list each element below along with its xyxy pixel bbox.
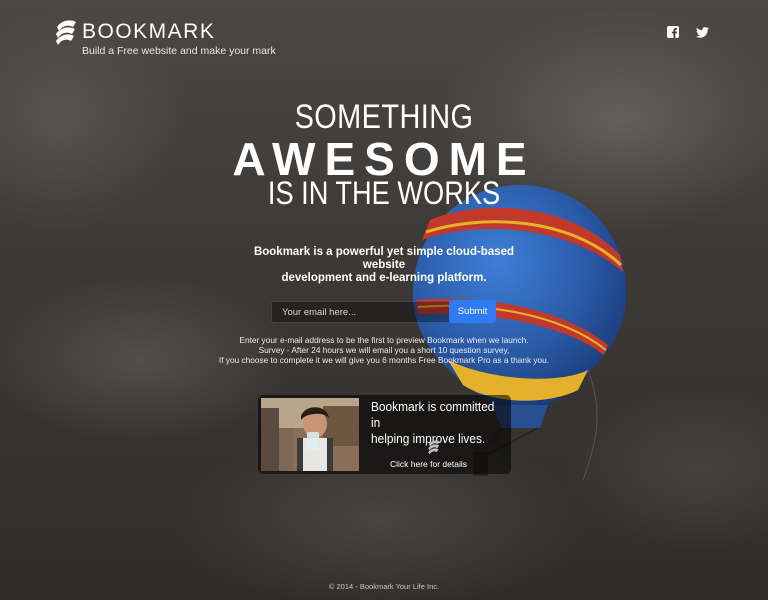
product-description: Bookmark is a powerful yet simple cloud-…	[234, 246, 534, 285]
info-line-2: Survey - After 24 hours we will email yo…	[258, 345, 510, 355]
bookmark-logo-icon	[56, 20, 76, 45]
submit-button[interactable]: Submit	[449, 300, 496, 323]
signup-info: Enter your e-mail address to be the firs…	[0, 335, 768, 365]
charity-card[interactable]: Bookmark is committed in helping improve…	[258, 395, 511, 474]
brand-tagline: Build a Free website and make your mark	[82, 45, 276, 57]
email-input[interactable]	[271, 301, 459, 323]
brand-name: BOOKMARK	[82, 20, 216, 43]
charity-card-cta[interactable]: Click here for details	[390, 459, 467, 469]
description-line-2: development and e-learning platform.	[281, 272, 487, 284]
info-line-3: If you choose to complete it we will giv…	[218, 355, 550, 365]
charity-title-line-1: Bookmark is committed in	[371, 400, 495, 430]
headline-line-3: IS IN THE WORKS	[267, 175, 501, 211]
brand-logo[interactable]: BOOKMARK	[54, 18, 215, 46]
bookmark-small-icon	[428, 440, 440, 455]
info-line-1: Enter your e-mail address to be the firs…	[239, 335, 529, 345]
child-drinking-photo	[261, 398, 359, 471]
facebook-icon	[667, 26, 679, 38]
facebook-link[interactable]	[665, 24, 681, 40]
footer-copyright: © 2014 - Bookmark Your Life Inc.	[328, 582, 440, 591]
background-sky	[0, 0, 768, 600]
description-line-1: Bookmark is a powerful yet simple cloud-…	[253, 246, 515, 271]
twitter-link[interactable]	[694, 24, 710, 40]
twitter-icon	[695, 26, 709, 38]
